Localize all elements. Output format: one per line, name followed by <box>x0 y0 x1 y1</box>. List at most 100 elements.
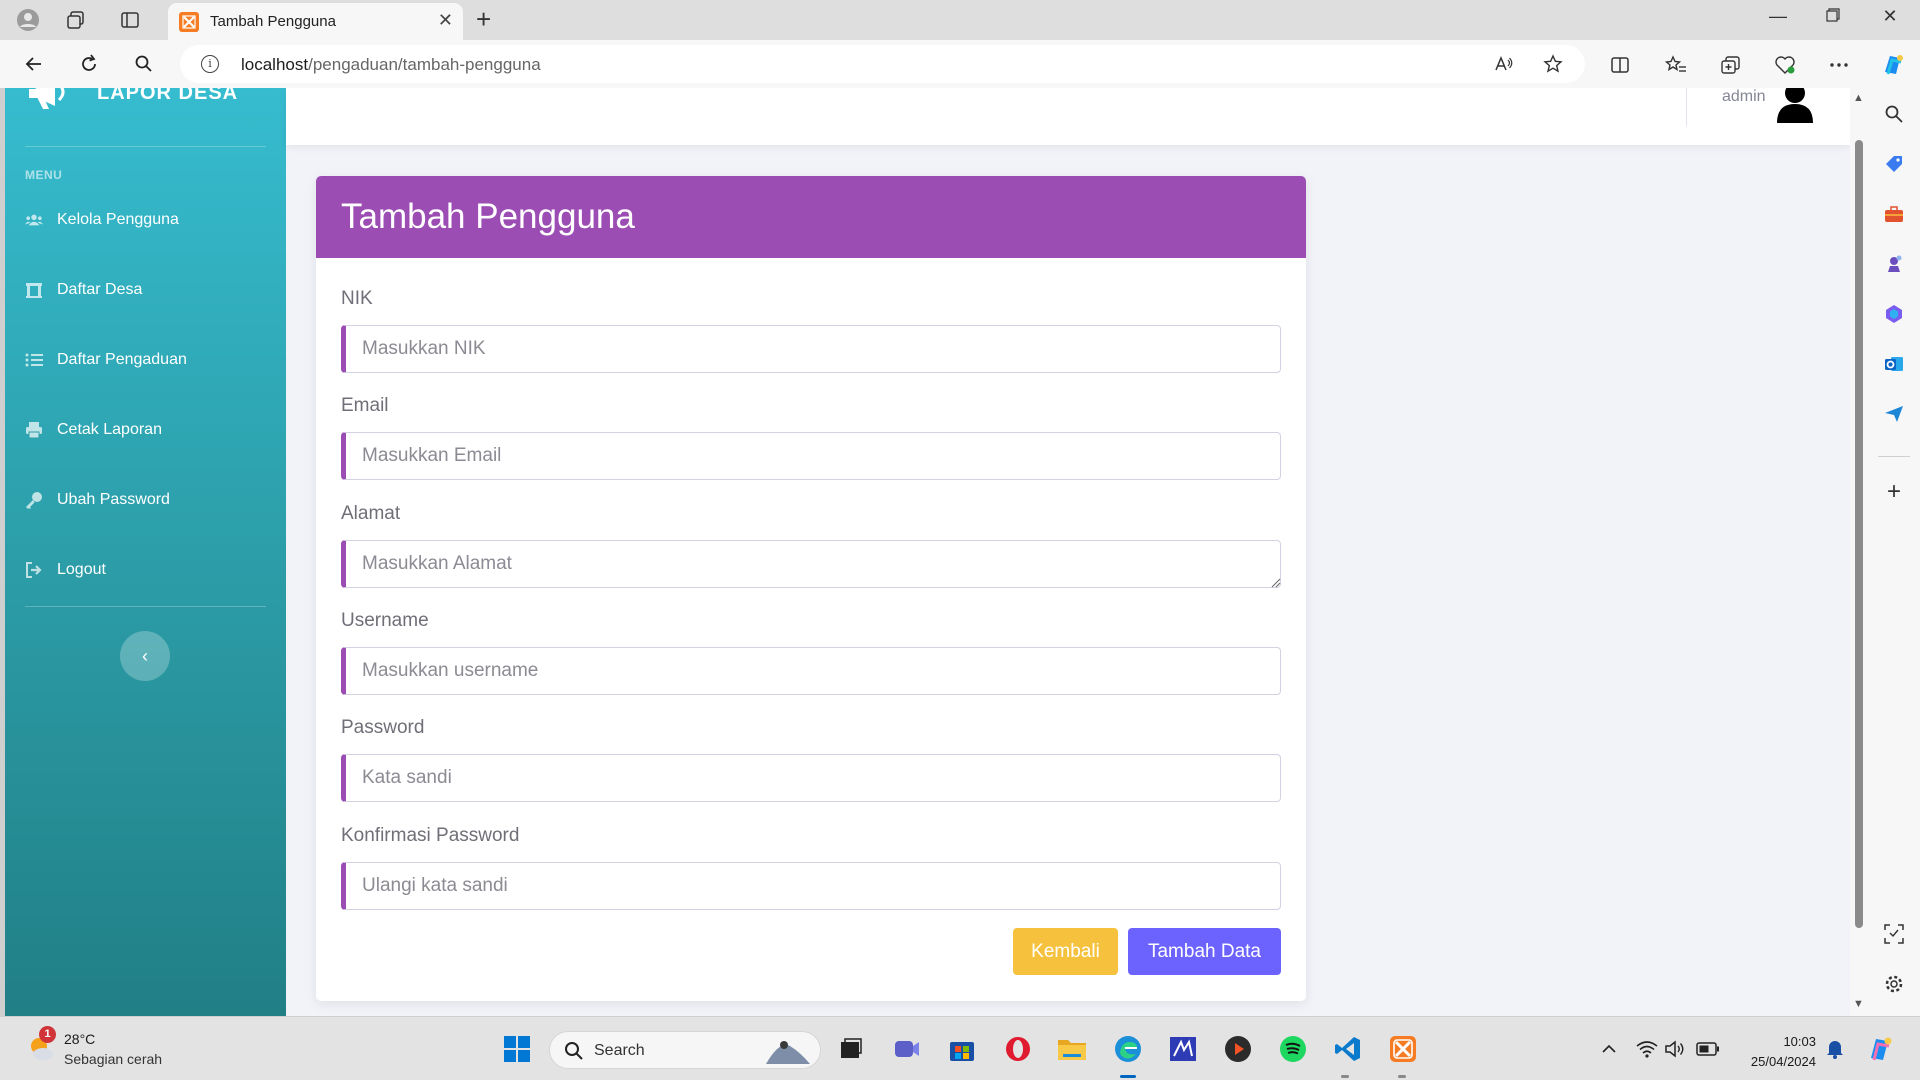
tab-tambah-pengguna[interactable]: Tambah Pengguna ✕ <box>168 3 463 40</box>
browser-essentials-icon[interactable] <box>1772 52 1798 78</box>
tab-actions-icon[interactable] <box>115 6 145 34</box>
tools-briefcase-icon[interactable] <box>1884 204 1904 224</box>
screenpad-icon[interactable] <box>1168 1034 1198 1064</box>
copilot-icon[interactable] <box>1880 52 1906 78</box>
page-scrollbar[interactable]: ▲ ▼ <box>1850 88 1868 1016</box>
page-title: Tambah Pengguna <box>341 197 635 236</box>
sidebar-toggle-button[interactable]: ‹ <box>120 631 170 681</box>
sidebar-item-cetak-laporan[interactable]: Cetak Laporan <box>25 415 162 445</box>
read-aloud-icon[interactable] <box>1491 51 1517 77</box>
email-input[interactable] <box>341 432 1281 480</box>
running-app-indicator <box>1341 1075 1349 1078</box>
sidebar-heading: MENU <box>25 168 63 182</box>
outlook-icon[interactable] <box>1884 354 1904 374</box>
alamat-textarea[interactable] <box>341 540 1281 588</box>
favorites-icon[interactable] <box>1663 52 1689 78</box>
alamat-label: Alamat <box>341 503 401 524</box>
confirm-password-label: Konfirmasi Password <box>341 825 520 846</box>
password-input[interactable] <box>341 754 1281 802</box>
back-button[interactable]: Kembali <box>1013 928 1118 975</box>
browser-tab-bar: Tambah Pengguna ✕ + — ✕ <box>0 0 1920 40</box>
file-explorer-icon[interactable] <box>1057 1034 1087 1064</box>
sidebar-item-daftar-desa[interactable]: Daftar Desa <box>25 275 142 305</box>
confirm-password-input[interactable] <box>341 862 1281 910</box>
add-icon[interactable]: + <box>1884 480 1904 504</box>
xampp-favicon-icon <box>179 12 199 32</box>
chevron-left-icon: ‹ <box>142 645 148 666</box>
split-screen-icon[interactable] <box>1607 52 1633 78</box>
clock[interactable]: 10:03 25/04/2024 <box>1740 1032 1816 1072</box>
sidebar-item-label: Daftar Pengaduan <box>57 351 187 368</box>
games-chess-icon[interactable] <box>1884 254 1904 274</box>
vscode-icon[interactable] <box>1333 1034 1363 1064</box>
profile-icon[interactable] <box>13 6 43 34</box>
edge-browser-icon[interactable] <box>1113 1034 1143 1064</box>
media-player-icon[interactable] <box>1223 1034 1253 1064</box>
scroll-down-icon[interactable]: ▼ <box>1853 998 1864 1010</box>
favorite-star-icon[interactable] <box>1540 51 1566 77</box>
collections-icon[interactable] <box>1718 52 1744 78</box>
more-menu-icon[interactable] <box>1826 52 1852 78</box>
weather-widget[interactable]: 1 <box>25 1026 56 1062</box>
notification-bell-icon[interactable] <box>1820 1034 1850 1064</box>
url-field[interactable]: i localhost/pengaduan/tambah-pengguna <box>180 45 1585 83</box>
nik-input[interactable] <box>341 325 1281 373</box>
back-icon[interactable] <box>19 49 49 79</box>
screenshot-icon[interactable] <box>1884 924 1904 944</box>
site-info-icon[interactable]: i <box>201 55 219 73</box>
address-toolbar: i localhost/pengaduan/tambah-pengguna <box>0 40 1920 88</box>
sidebar-item-kelola-pengguna[interactable]: Kelola Pengguna <box>25 205 179 235</box>
copilot-taskbar-icon[interactable] <box>1865 1034 1895 1064</box>
clock-date: 25/04/2024 <box>1750 1054 1816 1069</box>
sidebar: LAPOR DESA MENU Kelola Pengguna Daftar D… <box>5 88 286 1016</box>
chevron-up-icon[interactable] <box>1594 1034 1624 1064</box>
print-icon <box>25 421 43 439</box>
restore-icon[interactable] <box>1813 6 1853 27</box>
battery-icon[interactable] <box>1693 1034 1723 1064</box>
sidebar-divider <box>25 146 266 147</box>
spotify-icon[interactable] <box>1278 1034 1308 1064</box>
microsoft-store-icon[interactable] <box>947 1034 977 1064</box>
shopping-tag-icon[interactable] <box>1884 154 1904 174</box>
wifi-icon[interactable] <box>1632 1034 1662 1064</box>
avatar[interactable] <box>1775 88 1815 124</box>
search-icon <box>565 1042 583 1060</box>
tab-title: Tambah Pengguna <box>210 13 336 30</box>
microsoft-365-icon[interactable] <box>1884 304 1904 324</box>
volume-icon[interactable] <box>1660 1034 1690 1064</box>
password-label: Password <box>341 717 425 738</box>
search-highlight-icon <box>766 1041 810 1064</box>
sidebar-item-ubah-password[interactable]: Ubah Password <box>25 485 170 515</box>
resize-handle-icon[interactable] <box>1271 578 1281 588</box>
sidebar-item-daftar-pengaduan[interactable]: Daftar Pengaduan <box>25 345 187 375</box>
close-window-icon[interactable]: ✕ <box>1870 6 1910 27</box>
sidebar-item-label: Daftar Desa <box>57 281 143 298</box>
username-input[interactable] <box>341 647 1281 695</box>
minimize-icon[interactable]: — <box>1758 6 1798 27</box>
landmark-icon <box>25 281 43 299</box>
task-view-icon[interactable] <box>836 1034 866 1064</box>
user-name[interactable]: admin <box>1722 88 1766 106</box>
settings-gear-icon[interactable] <box>1884 974 1904 994</box>
brand[interactable]: LAPOR DESA <box>29 88 238 110</box>
search-icon[interactable] <box>1884 104 1904 124</box>
taskbar-search[interactable]: Search <box>549 1031 821 1069</box>
sidebar-item-label: Cetak Laporan <box>57 421 162 438</box>
sidebar-item-label: Kelola Pengguna <box>57 211 179 228</box>
scroll-up-icon[interactable]: ▲ <box>1853 92 1864 104</box>
refresh-icon[interactable] <box>74 49 104 79</box>
xampp-icon[interactable] <box>1388 1034 1418 1064</box>
teams-meet-icon[interactable] <box>892 1034 922 1064</box>
send-icon[interactable] <box>1884 404 1904 424</box>
search-icon[interactable] <box>129 49 159 79</box>
side-panel-divider <box>1878 456 1910 457</box>
add-data-button[interactable]: Tambah Data <box>1128 928 1281 975</box>
new-tab-icon[interactable]: + <box>476 4 491 35</box>
scrollbar-thumb[interactable] <box>1855 140 1863 928</box>
partly-sunny-icon: 1 <box>25 1026 56 1062</box>
workspaces-icon[interactable] <box>61 6 91 34</box>
windows-start-icon[interactable] <box>502 1034 532 1064</box>
close-tab-icon[interactable]: ✕ <box>438 10 453 31</box>
opera-icon[interactable] <box>1003 1034 1033 1064</box>
sidebar-item-logout[interactable]: Logout <box>25 555 106 585</box>
